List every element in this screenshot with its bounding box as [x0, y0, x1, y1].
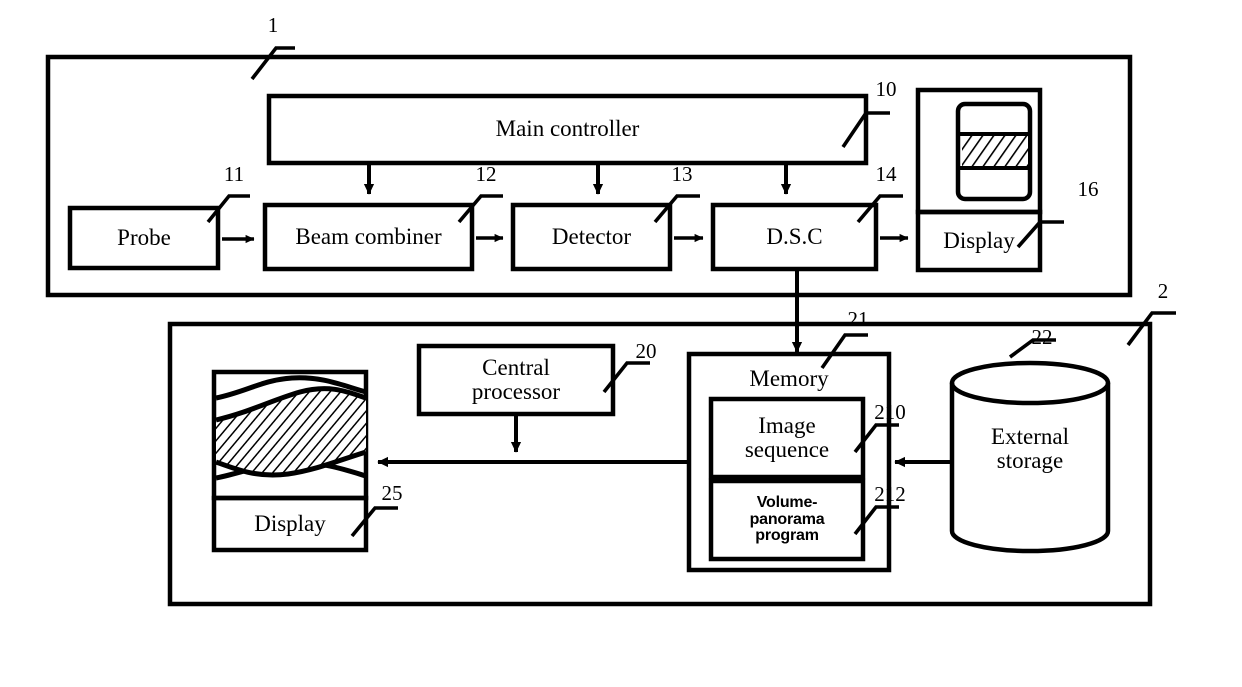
ref-number-212: 212: [874, 482, 906, 506]
ref-number-20: 20: [635, 339, 657, 363]
external-storage-label: External storage: [991, 423, 1069, 473]
ref-number-13: 13: [671, 162, 693, 186]
ref-number-25: 25: [381, 481, 403, 505]
volume-panorama-program-block-label: Volume- panorama program: [749, 493, 825, 545]
ref-number-22: 22: [1031, 325, 1053, 349]
probe-block-label: Probe: [117, 224, 171, 250]
detector-block-label: Detector: [551, 223, 632, 249]
ref-number-11: 11: [223, 162, 245, 186]
ref-number-21: 21: [847, 307, 869, 331]
figure-canvas: 1 Main controller 10 Probe 11 Beam combi…: [0, 0, 1242, 687]
ref-number-10: 10: [875, 77, 897, 101]
central-processor-block-label: Central processor: [471, 354, 561, 404]
image-sequence-block-label: Image sequence: [744, 412, 830, 462]
display-16-block-label: Display: [943, 227, 1015, 253]
ref-number-12: 12: [475, 162, 497, 186]
dsc-block-label: D.S.C: [766, 223, 823, 249]
ref-number-14: 14: [875, 162, 897, 186]
beam-combiner-block-label: Beam combiner: [295, 223, 442, 249]
ref-number-210: 210: [874, 400, 906, 424]
ref-number-2: 2: [1157, 279, 1169, 303]
main-controller-block-label: Main controller: [495, 116, 640, 142]
ref-number-16: 16: [1077, 177, 1099, 201]
memory-block-label: Memory: [749, 365, 829, 391]
ref-number-1: 1: [267, 13, 279, 37]
display-25-block-label: Display: [254, 510, 326, 536]
